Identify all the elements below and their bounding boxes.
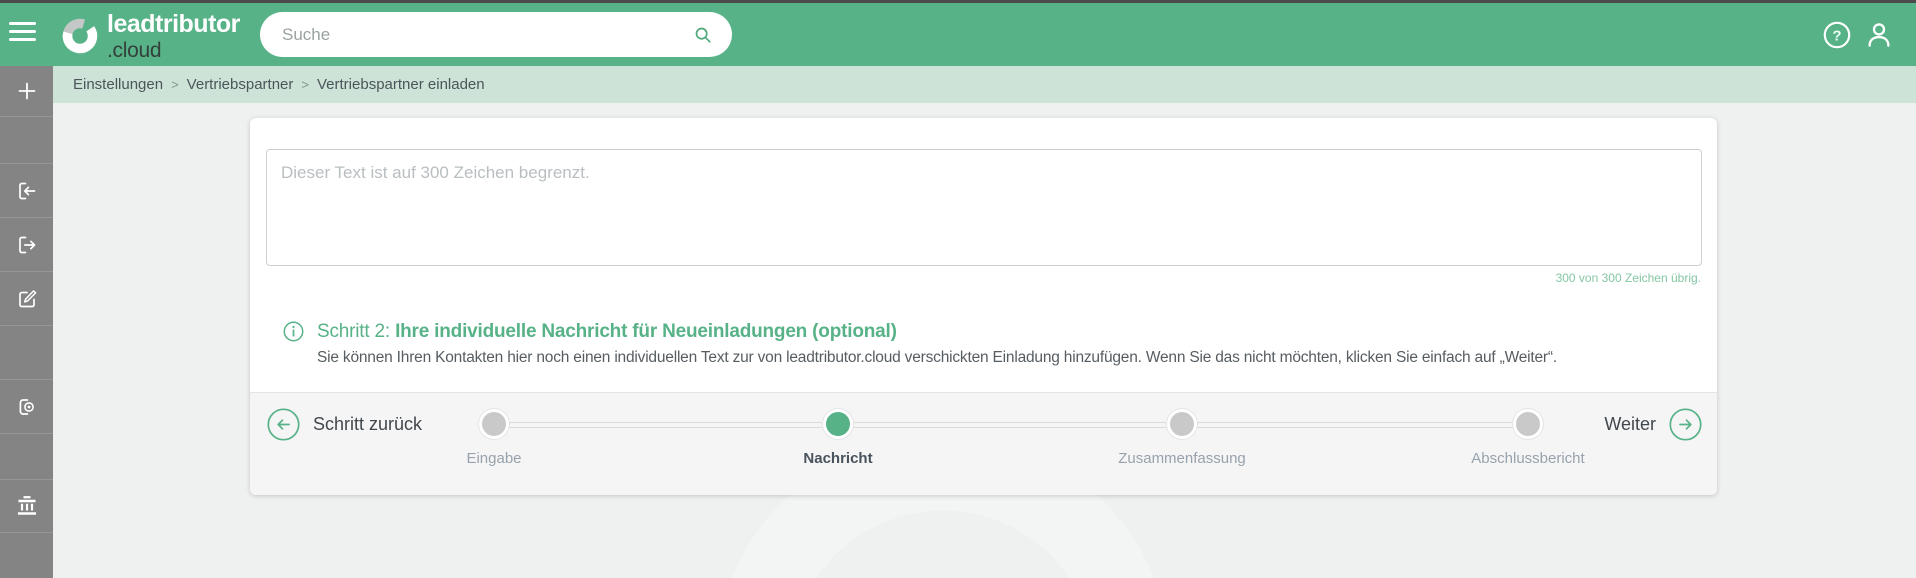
help-icon[interactable]: ? <box>1822 20 1852 50</box>
breadcrumb-vertriebspartner-einladen[interactable]: Vertriebspartner einladen <box>317 76 485 93</box>
breadcrumb-einstellungen[interactable]: Einstellungen <box>73 76 163 93</box>
step-description: Sie können Ihren Kontakten hier noch ein… <box>317 349 1557 366</box>
step-title-prefix: Schritt 2: <box>317 321 396 342</box>
app-header: leadtributor .cloud ? <box>0 3 1916 66</box>
info-icon <box>283 321 304 342</box>
plus-icon <box>18 82 35 100</box>
step-title: Schritt 2: Ihre individuelle Nachricht f… <box>317 321 897 343</box>
message-textarea[interactable] <box>266 149 1702 266</box>
stepper-connector-line <box>494 422 1528 428</box>
back-button[interactable] <box>267 408 300 441</box>
sidebar-item-preview[interactable] <box>0 380 53 434</box>
user-icon[interactable] <box>1864 20 1894 50</box>
export-icon <box>18 236 35 253</box>
sidebar-item-export[interactable] <box>0 218 53 272</box>
bank-icon <box>17 496 36 515</box>
sidebar-item-import[interactable] <box>0 164 53 218</box>
edit-icon <box>18 289 36 307</box>
hamburger-menu-icon[interactable] <box>9 22 37 46</box>
sidebar-item-empty <box>0 117 53 164</box>
brand-line1: leadtributor <box>107 10 240 38</box>
sidebar-item-empty <box>0 434 53 480</box>
step-dot[interactable] <box>1167 409 1197 439</box>
step-dot[interactable] <box>1513 409 1543 439</box>
step-eingabe[interactable]: Eingabe <box>414 409 574 467</box>
breadcrumb-separator: > <box>171 77 179 92</box>
back-button-label[interactable]: Schritt zurück <box>313 414 422 435</box>
sidebar-item-bank[interactable] <box>0 480 53 533</box>
step-label: Zusammenfassung <box>1118 450 1246 467</box>
step-dot[interactable] <box>823 409 853 439</box>
window-top-strip <box>0 0 1916 3</box>
search-input[interactable] <box>282 24 692 45</box>
preview-eye-icon <box>19 398 34 415</box>
wizard-footer: Schritt zurück Eingabe Nachricht Zusamme… <box>250 392 1717 495</box>
breadcrumb: Einstellungen > Vertriebspartner > Vertr… <box>53 66 1916 103</box>
svg-text:?: ? <box>1832 27 1841 44</box>
step-title-bold: Ihre individuelle Nachricht für Neueinla… <box>395 321 897 342</box>
sidebar-item-empty <box>0 326 53 380</box>
sidebar <box>0 66 53 578</box>
sidebar-item-edit[interactable] <box>0 272 53 326</box>
char-counter: 300 von 300 Zeichen übrig. <box>1555 271 1701 285</box>
next-button-label[interactable]: Weiter <box>1584 414 1656 435</box>
invite-message-card: 300 von 300 Zeichen übrig. Schritt 2: Ih… <box>250 118 1717 495</box>
import-icon <box>18 182 35 199</box>
step-label: Nachricht <box>803 450 873 467</box>
step-zusammenfassung[interactable]: Zusammenfassung <box>1102 409 1262 467</box>
sidebar-item-add[interactable] <box>0 66 53 117</box>
search-icon[interactable] <box>692 24 714 46</box>
brand-line2: .cloud <box>107 39 162 62</box>
sidebar-item-empty <box>0 533 53 578</box>
step-nachricht[interactable]: Nachricht <box>758 409 918 467</box>
brand-wordmark[interactable]: leadtributor .cloud <box>107 10 240 62</box>
next-button[interactable] <box>1669 408 1702 441</box>
step-label: Eingabe <box>466 450 522 467</box>
breadcrumb-vertriebspartner[interactable]: Vertriebspartner <box>187 76 294 93</box>
search-bar[interactable] <box>260 12 732 57</box>
step-dot[interactable] <box>479 409 509 439</box>
step-label: Abschlussbericht <box>1471 450 1585 467</box>
logo-swirl-icon[interactable] <box>60 16 100 56</box>
breadcrumb-separator: > <box>301 77 309 92</box>
